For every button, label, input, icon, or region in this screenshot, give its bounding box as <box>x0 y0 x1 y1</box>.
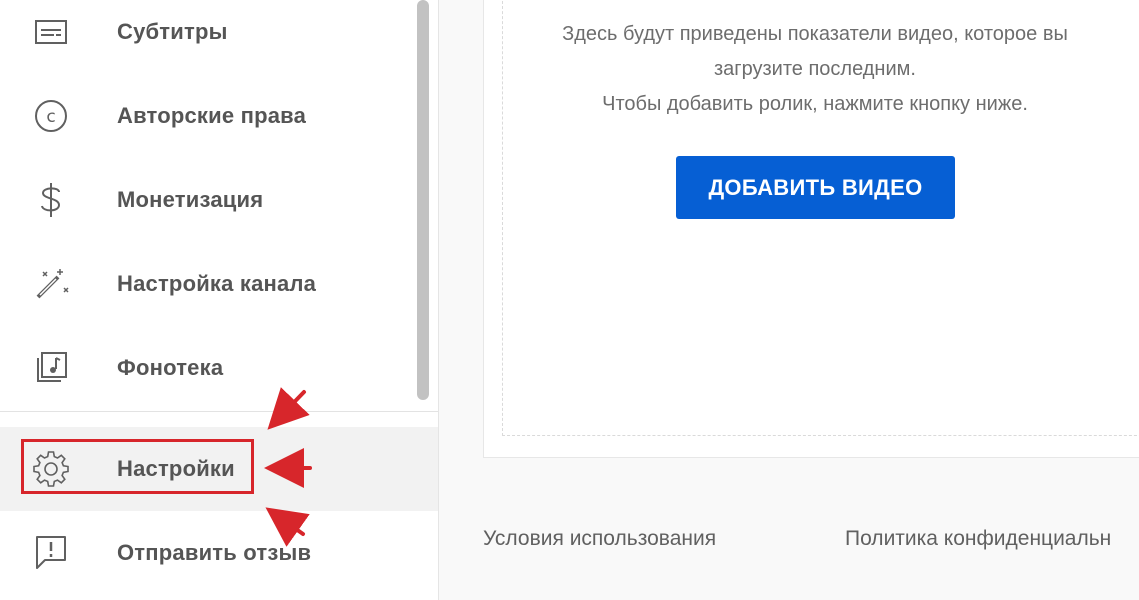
dollar-icon <box>33 182 69 218</box>
sidebar-item-subtitles[interactable]: Субтитры <box>0 0 438 74</box>
empty-state-line: загрузите последним. <box>714 58 916 80</box>
sidebar-scrollbar[interactable] <box>415 0 431 405</box>
sidebar-item-label: Авторские права <box>117 103 307 128</box>
sidebar: Субтитры c Авторские права Монетизация Н… <box>0 0 439 600</box>
subtitles-icon <box>33 14 69 50</box>
copyright-icon: c <box>33 98 69 134</box>
feedback-icon <box>33 535 69 571</box>
magic-wand-icon <box>33 266 69 302</box>
empty-state-message: Здесь будут приведены показатели видео, … <box>502 17 1128 122</box>
sidebar-item-monetization[interactable]: Монетизация <box>0 158 438 242</box>
sidebar-item-label: Фонотека <box>117 355 224 380</box>
scrollbar-thumb[interactable] <box>417 0 429 400</box>
sidebar-item-label: Монетизация <box>117 187 264 212</box>
sidebar-item-feedback[interactable]: Отправить отзыв <box>0 511 438 595</box>
studio-page: Субтитры c Авторские права Монетизация Н… <box>0 0 1139 600</box>
sidebar-item-label: Субтитры <box>117 19 228 44</box>
sidebar-item-copyright[interactable]: c Авторские права <box>0 74 438 158</box>
sidebar-item-label: Отправить отзыв <box>117 540 312 565</box>
add-video-button[interactable]: ДОБАВИТЬ ВИДЕО <box>676 156 955 219</box>
empty-state-line: Чтобы добавить ролик, нажмите кнопку ниж… <box>602 93 1028 115</box>
empty-state-line: Здесь будут приведены показатели видео, … <box>562 23 1068 45</box>
sidebar-divider <box>0 411 438 412</box>
settings-highlight-annotation <box>21 439 254 494</box>
sidebar-item-customization[interactable]: Настройка канала <box>0 242 438 326</box>
terms-link[interactable]: Условия использования <box>483 527 716 551</box>
privacy-link[interactable]: Политика конфиденциальн <box>845 527 1111 551</box>
audio-library-icon <box>33 350 69 386</box>
sidebar-item-label: Настройка канала <box>117 271 317 296</box>
sidebar-item-audio-library[interactable]: Фонотека <box>0 326 438 410</box>
svg-text:c: c <box>46 107 55 127</box>
